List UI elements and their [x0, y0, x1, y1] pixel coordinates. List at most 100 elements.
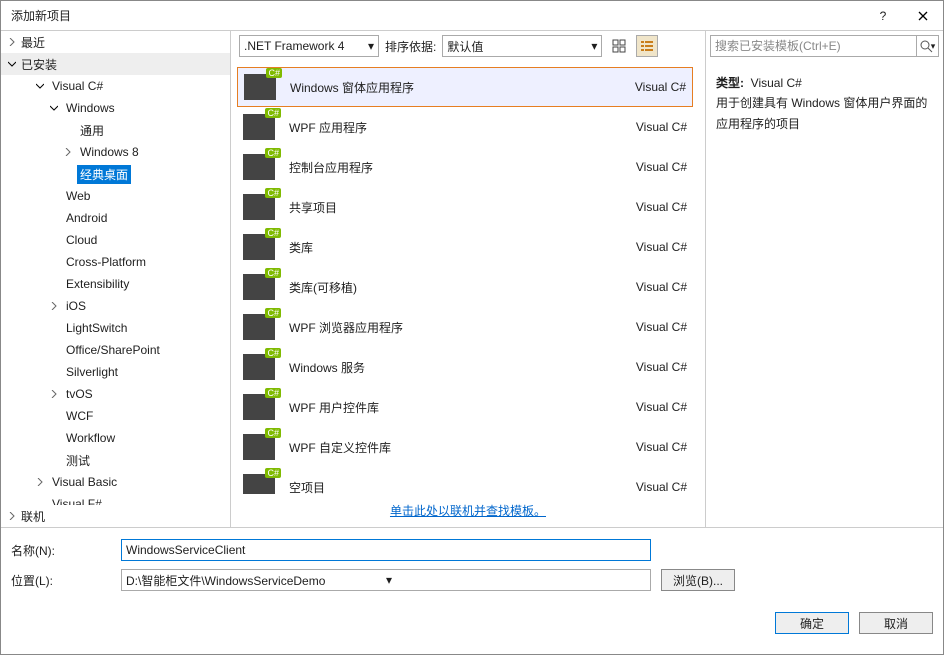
type-value: Visual C# — [751, 76, 802, 90]
tree-item[interactable]: Cloud — [1, 229, 230, 251]
tree-item-label: Android — [63, 210, 110, 226]
expand-icon — [49, 257, 59, 267]
template-name: WPF 浏览器应用程序 — [289, 319, 636, 336]
tree-item[interactable]: Windows 8 — [1, 141, 230, 163]
template-name: 控制台应用程序 — [289, 159, 636, 176]
template-name: WPF 用户控件库 — [289, 399, 636, 416]
tree-item[interactable]: Visual Basic — [1, 471, 230, 493]
description-text: 用于创建具有 Windows 窗体用户界面的应用程序的项目 — [716, 93, 933, 134]
tree-item[interactable]: WCF — [1, 405, 230, 427]
tree-item[interactable]: Web — [1, 185, 230, 207]
template-name: 类库 — [289, 239, 636, 256]
template-item[interactable]: Windows 服务Visual C# — [237, 347, 693, 387]
ok-button[interactable]: 确定 — [775, 612, 849, 634]
template-item[interactable]: WPF 浏览器应用程序Visual C# — [237, 307, 693, 347]
search-input[interactable] — [710, 35, 917, 57]
tree-item[interactable]: Cross-Platform — [1, 251, 230, 273]
template-item[interactable]: WPF 用户控件库Visual C# — [237, 387, 693, 427]
template-item[interactable]: WPF 应用程序Visual C# — [237, 107, 693, 147]
tree-item[interactable]: iOS — [1, 295, 230, 317]
help-button[interactable]: ? — [863, 1, 903, 31]
tree-item[interactable]: Visual F# — [1, 493, 230, 505]
tree-item[interactable]: 通用 — [1, 119, 230, 141]
expand-icon — [49, 213, 59, 223]
template-language: Visual C# — [635, 80, 686, 94]
template-item[interactable]: 类库Visual C# — [237, 227, 693, 267]
tree-item-label: Web — [63, 188, 93, 204]
help-icon: ? — [880, 9, 887, 23]
close-icon — [918, 11, 928, 21]
sort-label: 排序依据: — [385, 38, 436, 55]
template-item[interactable]: 控制台应用程序Visual C# — [237, 147, 693, 187]
tree-item-label: Silverlight — [63, 364, 121, 380]
tree-item[interactable]: Visual C# — [1, 75, 230, 97]
cancel-button[interactable]: 取消 — [859, 612, 933, 634]
tree-item-label: Workflow — [63, 430, 118, 446]
template-language: Visual C# — [636, 360, 687, 374]
section-label: 联机 — [21, 508, 45, 525]
section-online[interactable]: 联机 — [1, 505, 230, 527]
tree-item[interactable]: Extensibility — [1, 273, 230, 295]
chevron-down-icon: ▾ — [591, 39, 597, 53]
tree-item[interactable]: LightSwitch — [1, 317, 230, 339]
expand-icon — [35, 81, 45, 91]
tree-item-label: tvOS — [63, 386, 96, 402]
right-panel: ▾ 类型: Visual C# 用于创建具有 Windows 窗体用户界面的应用… — [705, 31, 943, 527]
template-item[interactable]: 共享项目Visual C# — [237, 187, 693, 227]
tree-item[interactable]: 测试 — [1, 449, 230, 471]
online-templates-link[interactable]: 单击此处以联机并查找模板。 — [390, 504, 546, 518]
browse-button[interactable]: 浏览(B)... — [661, 569, 735, 591]
location-dropdown[interactable]: D:\智能柜文件\WindowsServiceDemo ▾ — [121, 569, 651, 591]
dialog-footer: 确定 取消 — [1, 606, 943, 644]
view-medium-icons-button[interactable] — [608, 35, 630, 57]
section-recent[interactable]: 最近 — [1, 31, 230, 53]
template-icon — [243, 434, 275, 460]
template-icon — [243, 274, 275, 300]
template-name: 类库(可移植) — [289, 279, 636, 296]
close-button[interactable] — [903, 1, 943, 31]
chevron-down-icon — [7, 59, 17, 69]
expand-icon — [49, 389, 59, 399]
template-item[interactable]: Windows 窗体应用程序Visual C# — [237, 67, 693, 107]
template-item[interactable]: 空项目Visual C# — [237, 467, 693, 494]
expand-icon — [49, 235, 59, 245]
expand-icon — [49, 411, 59, 421]
tree-item[interactable]: Office/SharePoint — [1, 339, 230, 361]
tree-item[interactable]: Android — [1, 207, 230, 229]
tree-item[interactable]: Silverlight — [1, 361, 230, 383]
template-language: Visual C# — [636, 120, 687, 134]
template-icon — [243, 474, 275, 494]
template-language: Visual C# — [636, 480, 687, 494]
window-title: 添加新项目 — [11, 7, 71, 24]
sort-dropdown[interactable]: 默认值 ▾ — [442, 35, 602, 57]
project-name-input[interactable] — [121, 539, 651, 561]
title-bar: 添加新项目 ? — [1, 1, 943, 31]
template-name: 共享项目 — [289, 199, 636, 216]
framework-value: .NET Framework 4 — [244, 39, 362, 53]
tree-item[interactable]: Workflow — [1, 427, 230, 449]
category-tree: Visual C#Windows通用 Windows 8 经典桌面 Web Androi… — [1, 75, 230, 505]
tree-item-label: Windows 8 — [77, 144, 142, 160]
template-name: 空项目 — [289, 479, 636, 495]
section-installed[interactable]: 已安装 — [1, 53, 230, 75]
tree-item[interactable]: 经典桌面 — [1, 163, 230, 185]
chevron-right-icon — [7, 511, 17, 521]
view-list-button[interactable] — [636, 35, 658, 57]
expand-icon — [49, 103, 59, 113]
expand-icon — [49, 279, 59, 289]
tree-item-label: Office/SharePoint — [63, 342, 163, 358]
template-item[interactable]: 类库(可移植)Visual C# — [237, 267, 693, 307]
framework-dropdown[interactable]: .NET Framework 4 ▾ — [239, 35, 379, 57]
tree-item[interactable]: Windows — [1, 97, 230, 119]
template-language: Visual C# — [636, 280, 687, 294]
template-icon — [243, 314, 275, 340]
chevron-down-icon: ▾ — [368, 39, 374, 53]
tree-item-label: WCF — [63, 408, 96, 424]
tree-item[interactable]: tvOS — [1, 383, 230, 405]
template-item[interactable]: WPF 自定义控件库Visual C# — [237, 427, 693, 467]
left-sidebar: 最近 已安装 Visual C#Windows通用 Windows 8 经典桌面 We… — [1, 31, 231, 527]
search-button[interactable]: ▾ — [917, 35, 939, 57]
template-icon — [243, 154, 275, 180]
template-name: WPF 应用程序 — [289, 119, 636, 136]
tree-item-label: iOS — [63, 298, 89, 314]
